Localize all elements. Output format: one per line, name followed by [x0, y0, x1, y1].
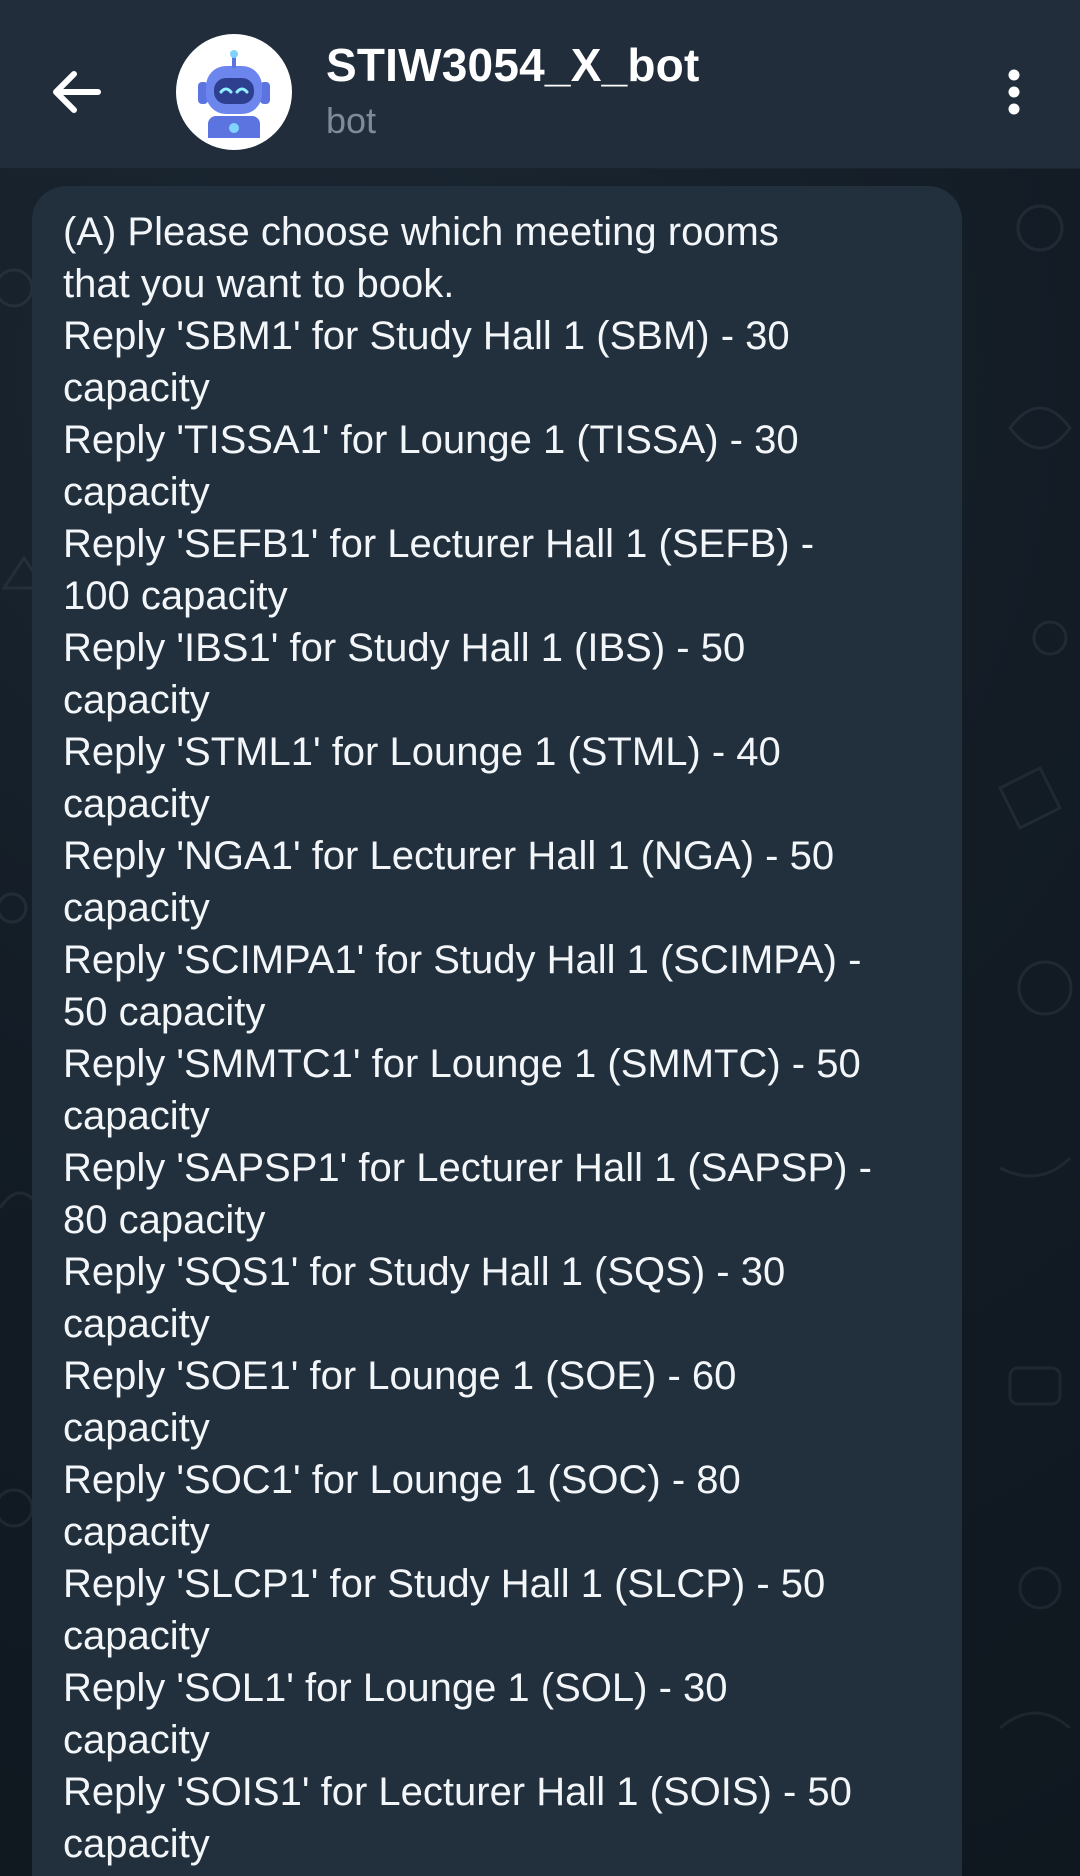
message-line: Reply 'SBM1' for Study Hall 1 (SBM) - 30 — [63, 314, 790, 358]
chat-screen: STIW3054_X_bot bot (A) Please choose whi… — [0, 0, 1080, 1876]
message-line: capacity — [63, 1510, 210, 1554]
message-line: Reply 'TISSA1' for Lounge 1 (TISSA) - 30 — [63, 418, 799, 462]
message-line: capacity — [63, 470, 210, 514]
message-line: 100 capacity — [63, 574, 288, 618]
message-line: capacity — [63, 886, 210, 930]
message-line: capacity — [63, 1094, 210, 1138]
message-line: capacity — [63, 1822, 210, 1866]
robot-avatar-icon — [198, 50, 270, 138]
message-line: capacity — [63, 1718, 210, 1762]
message-line: capacity — [63, 1406, 210, 1450]
more-vertical-icon — [1008, 69, 1020, 115]
message-line: Reply 'STML1' for Lounge 1 (STML) - 40 — [63, 730, 781, 774]
message-line: Reply 'SCIMPA1' for Study Hall 1 (SCIMPA… — [63, 938, 862, 982]
message-line: Reply 'SEFB1' for Lecturer Hall 1 (SEFB)… — [63, 522, 815, 566]
message-line: Reply 'SQS1' for Study Hall 1 (SQS) - 30 — [63, 1250, 786, 1294]
incoming-message-bubble[interactable]: (A) Please choose which meeting rooms th… — [32, 186, 962, 1876]
message-line: Reply 'SLCP1' for Study Hall 1 (SLCP) - … — [63, 1562, 826, 1606]
back-button[interactable] — [36, 52, 116, 132]
chat-subtitle: bot — [326, 100, 377, 141]
message-line: capacity — [63, 782, 210, 826]
message-line: capacity — [63, 366, 210, 410]
message-line: Reply 'IBS1' for Study Hall 1 (IBS) - 50 — [63, 626, 746, 670]
message-line: Reply 'SAPSP1' for Lecturer Hall 1 (SAPS… — [63, 1146, 872, 1190]
message-line: capacity — [63, 678, 210, 722]
chat-header: STIW3054_X_bot bot — [0, 0, 1080, 169]
arrow-left-icon — [53, 71, 101, 113]
bot-avatar[interactable] — [176, 34, 292, 150]
message-line: Reply 'SOE1' for Lounge 1 (SOE) - 60 — [63, 1354, 737, 1398]
chat-title[interactable]: STIW3054_X_bot — [326, 38, 699, 92]
message-line: Reply 'SOC1' for Lounge 1 (SOC) - 80 — [63, 1458, 741, 1502]
message-line: (A) Please choose which meeting rooms — [63, 210, 779, 254]
message-line: capacity — [63, 1302, 210, 1346]
message-line: that you want to book. — [63, 262, 455, 306]
message-line: capacity — [63, 1614, 210, 1658]
message-line: 80 capacity — [63, 1198, 266, 1242]
more-options-button[interactable] — [984, 56, 1044, 128]
message-line: Reply 'SOIS1' for Lecturer Hall 1 (SOIS)… — [63, 1770, 852, 1814]
message-line: Reply 'NGA1' for Lecturer Hall 1 (NGA) -… — [63, 834, 835, 878]
message-line: 50 capacity — [63, 990, 266, 1034]
message-line: Reply 'SMMTC1' for Lounge 1 (SMMTC) - 50 — [63, 1042, 861, 1086]
message-line: Reply 'SOL1' for Lounge 1 (SOL) - 30 — [63, 1666, 728, 1710]
